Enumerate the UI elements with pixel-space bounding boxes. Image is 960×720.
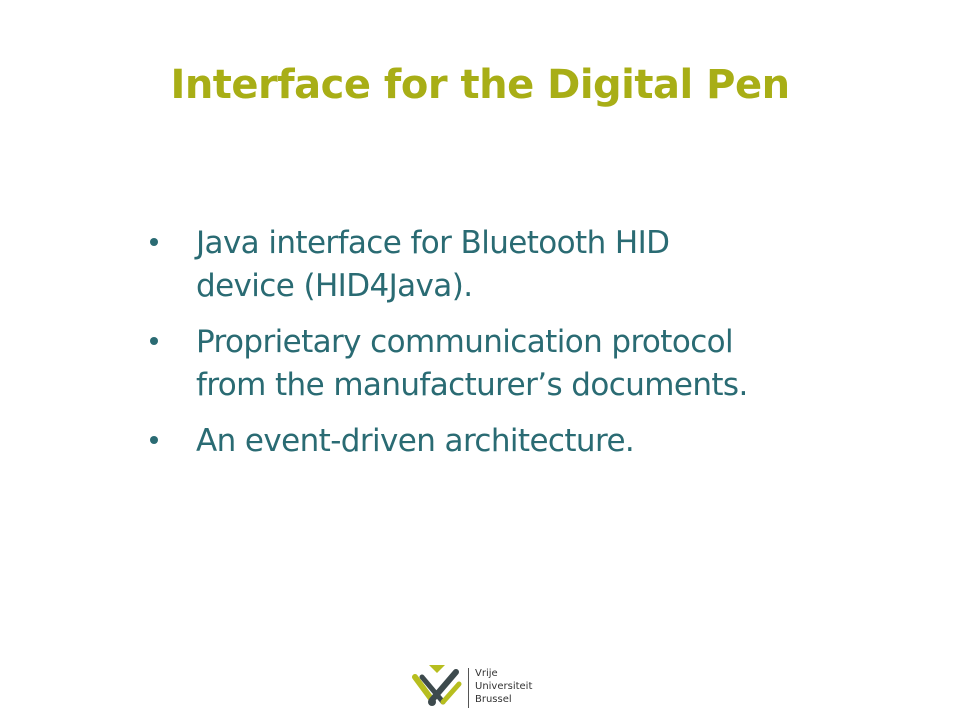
logo-divider	[468, 668, 469, 708]
bullet-dot-icon	[150, 337, 158, 345]
slide: Interface for the Digital Pen Java inter…	[0, 0, 960, 720]
bullet-text-line: device (HID4Java).	[196, 268, 473, 304]
bullet-item: Proprietary communication protocol from …	[148, 321, 908, 407]
slide-title: Interface for the Digital Pen	[170, 62, 790, 108]
bullet-text-line: from the manufacturer’s documents.	[196, 367, 748, 403]
logo-wordmark: Vrije Universiteit Brussel	[475, 667, 532, 706]
bullet-text-line: An event-driven architecture.	[196, 423, 635, 459]
bullet-item: Java interface for Bluetooth HID device …	[148, 222, 908, 308]
bullet-text-line: Proprietary communication protocol	[196, 324, 734, 360]
bullet-dot-icon	[150, 436, 158, 444]
logo-line: Universiteit	[475, 681, 533, 692]
bullet-dot-icon	[150, 238, 158, 246]
bullet-list: Java interface for Bluetooth HID device …	[148, 222, 908, 476]
bullet-text-line: Java interface for Bluetooth HID	[196, 225, 670, 261]
logo-line: Brussel	[475, 694, 512, 705]
vub-logo-icon	[412, 665, 462, 706]
logo-line: Vrije	[475, 668, 498, 679]
bullet-item: An event-driven architecture.	[148, 420, 908, 463]
university-logo: Vrije Universiteit Brussel	[412, 662, 552, 712]
